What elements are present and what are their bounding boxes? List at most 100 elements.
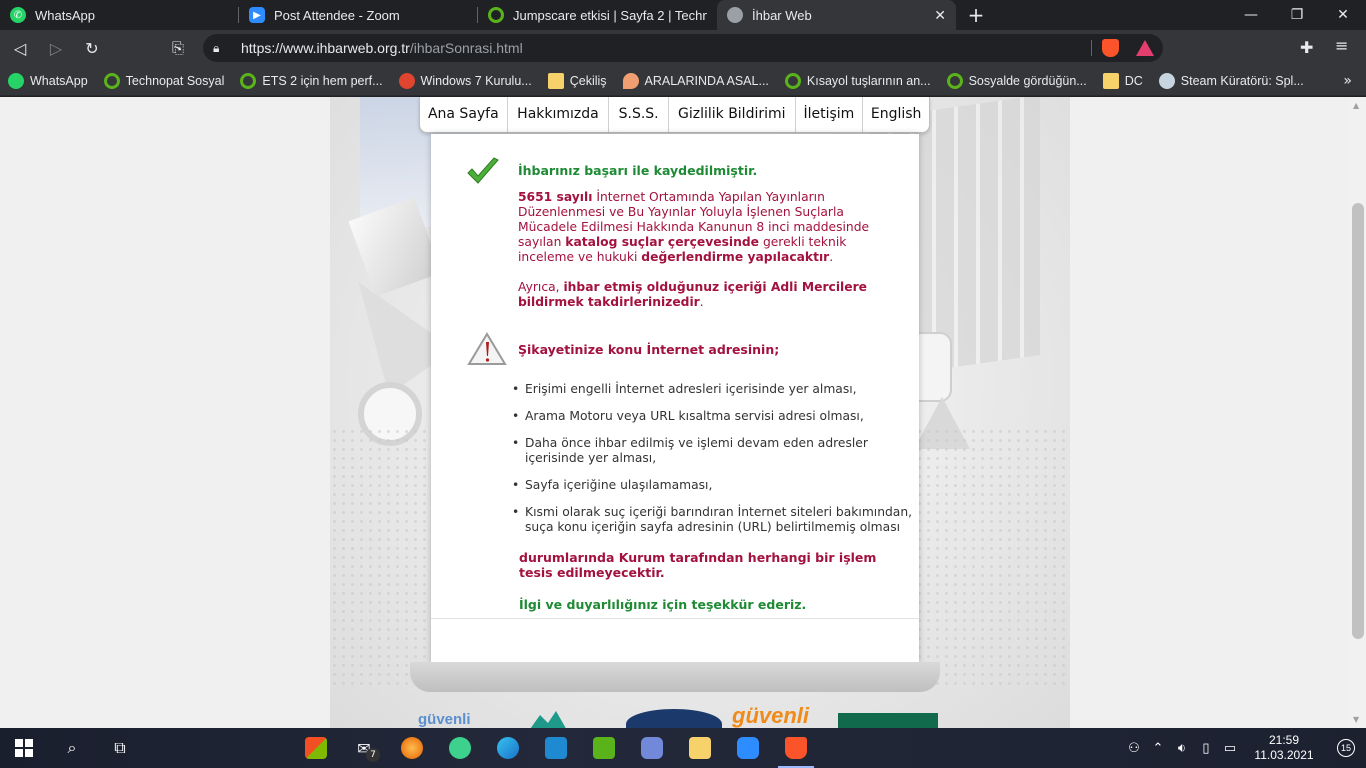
discord-icon[interactable] (628, 728, 676, 768)
close-tab-icon[interactable]: ✕ (934, 7, 946, 24)
search-icon[interactable]: ⌕ (48, 728, 96, 768)
bookmark-item[interactable]: Sosyalde gördüğün... (939, 67, 1095, 95)
brave-rewards-icon[interactable] (1136, 40, 1154, 56)
complaint-heading: Şikayetinize konu İnternet adresinin; (518, 342, 780, 357)
tab-strip: ✆ WhatsApp ▶ Post Attendee - Zoom Jumpsc… (0, 0, 1366, 30)
bookmark-folder[interactable]: DC (1095, 67, 1151, 95)
warning-icon (467, 332, 507, 365)
technopat-icon (946, 72, 963, 89)
zoom-icon: ▶ (249, 7, 265, 23)
page-viewport: Ana Sayfa Hakkımızda S.S.S. Gizlilik Bil… (0, 97, 1350, 728)
maximize-icon[interactable]: ❐ (1274, 0, 1320, 30)
notification-count: 15 (1337, 739, 1355, 757)
file-explorer-icon[interactable] (676, 728, 724, 768)
menu-faq[interactable]: S.S.S. (609, 97, 670, 132)
bookmark-item[interactable]: Kısayol tuşlarının an... (777, 67, 939, 95)
zoom-icon[interactable] (724, 728, 772, 768)
edge-icon[interactable] (484, 728, 532, 768)
menu-about[interactable]: Hakkımızda (508, 97, 610, 132)
brave-shield-icon[interactable] (1102, 39, 1119, 57)
tab-title: İhbar Web (752, 7, 812, 23)
clock-date: 11.03.2021 (1254, 748, 1314, 762)
technopat-icon (784, 72, 801, 89)
scroll-up-icon[interactable]: ▲ (1353, 101, 1359, 110)
brave-icon[interactable] (772, 728, 820, 768)
atom-icon[interactable] (436, 728, 484, 768)
menu-privacy[interactable]: Gizlilik Bildirimi (669, 97, 796, 132)
technopat-icon[interactable] (580, 728, 628, 768)
tab-title: Jumpscare etkisi | Sayfa 2 | Technopat (513, 7, 707, 23)
clock-time: 21:59 (1268, 733, 1300, 747)
list-item: Kısmi olarak suç içeriği barındıran İnte… (512, 505, 915, 535)
final-notice: durumlarında Kurum tarafından herhangi b… (519, 550, 877, 580)
guvenli-logo[interactable]: güvenli (732, 703, 809, 728)
start-button[interactable] (0, 728, 48, 768)
close-window-icon[interactable]: ✕ (1320, 0, 1366, 30)
bookmark-folder[interactable]: Çekiliş (540, 67, 615, 95)
mail-badge: 7 (366, 748, 380, 762)
new-tab-button[interactable]: + (956, 0, 996, 30)
result-panel: İhbarınız başarı ile kaydedilmiştir. 565… (431, 134, 919, 664)
folder-icon (547, 72, 564, 89)
bookmark-item[interactable]: Technopat Sosyal (96, 67, 233, 95)
system-tray: ⚇ ⌃ 🔉︎ ▯ ▭ 21:59 11.03.2021 15 (1122, 728, 1366, 768)
guvenli-web-logo[interactable]: güvenli (418, 711, 471, 728)
windows-icon (15, 739, 33, 757)
scroll-down-icon[interactable]: ▼ (1353, 715, 1359, 724)
pin-icon (622, 72, 639, 89)
whatsapp-icon (8, 72, 24, 89)
site-menu: Ana Sayfa Hakkımızda S.S.S. Gizlilik Bil… (419, 97, 930, 133)
bookmarks-bar: WhatsApp Technopat Sosyal ETS 2 için hem… (0, 66, 1366, 96)
menu-english[interactable]: English (863, 97, 929, 132)
menu-contact[interactable]: İletişim (796, 97, 864, 132)
more-bookmarks-icon[interactable]: » (1343, 73, 1352, 89)
people-icon[interactable]: ⚇ (1122, 740, 1146, 756)
technopat-icon (103, 72, 120, 89)
success-heading: İhbarınız başarı ile kaydedilmiştir. (518, 163, 758, 178)
vscode-icon[interactable] (532, 728, 580, 768)
extensions-icon[interactable]: ✚ (1300, 38, 1313, 57)
window-controls: — ❐ ✕ (1228, 0, 1366, 30)
windows-taskbar: ⌕ ⧉ ✉ 7 ⚇ ⌃ 🔉︎ ▯ ▭ 21:59 11.03.2021 15 (0, 728, 1366, 768)
page-scrollbar[interactable]: ▲ ▼ (1350, 97, 1366, 728)
tab-zoom[interactable]: ▶ Post Attendee - Zoom (239, 0, 478, 30)
menu-icon[interactable]: ≡ (1335, 36, 1348, 55)
battery-icon[interactable]: ▯ (1194, 740, 1218, 756)
menu-home[interactable]: Ana Sayfa (420, 97, 508, 132)
internet-logo[interactable] (526, 707, 616, 728)
network-icon[interactable]: ▭ (1218, 740, 1242, 756)
forward-icon[interactable]: ▷ (40, 32, 72, 64)
store-icon[interactable] (292, 728, 340, 768)
scrollbar-thumb[interactable] (1352, 203, 1364, 639)
minimize-icon[interactable]: — (1228, 0, 1274, 30)
bookmark-item[interactable]: ETS 2 için hem perf... (232, 67, 390, 95)
reload-icon[interactable]: ↻ (76, 32, 108, 64)
mail-icon[interactable]: ✉ 7 (340, 728, 388, 768)
bookmark-item[interactable]: ARALARINDA ASAL... (615, 67, 777, 95)
partner-logos: güvenli güvenli (410, 697, 950, 728)
bookmark-icon[interactable]: ⎘ (172, 39, 184, 57)
task-view-icon[interactable]: ⧉ (96, 728, 144, 768)
whatsapp-icon: ✆ (10, 7, 26, 23)
chevron-up-icon[interactable]: ⌃ (1146, 740, 1170, 756)
checkmark-icon (467, 157, 499, 184)
clock[interactable]: 21:59 11.03.2021 (1242, 733, 1326, 763)
tab-technopat[interactable]: Jumpscare etkisi | Sayfa 2 | Technopat (478, 0, 717, 30)
address-bar[interactable]: 🔒︎ https://www.ihbarweb.org.tr/ihbarSonr… (203, 34, 1163, 62)
firefox-icon[interactable] (388, 728, 436, 768)
bookmark-item[interactable]: Steam Küratörü: Spl... (1151, 67, 1312, 95)
condition-list: Erişimi engelli İnternet adresleri içeri… (512, 382, 915, 547)
inhope-logo[interactable] (838, 713, 938, 728)
tab-ihbarweb[interactable]: İhbar Web ✕ (717, 0, 956, 30)
tab-title: Post Attendee - Zoom (274, 7, 400, 23)
tab-whatsapp[interactable]: ✆ WhatsApp (0, 0, 239, 30)
volume-icon[interactable]: 🔉︎ (1170, 740, 1194, 756)
guvenli-web-round-logo[interactable] (626, 709, 722, 728)
back-icon[interactable]: ◁ (4, 32, 36, 64)
thanks-text: İlgi ve duyarlılığınız için teşekkür ede… (519, 597, 807, 612)
windows7-icon (398, 72, 415, 89)
bookmark-item[interactable]: Windows 7 Kurulu... (391, 67, 540, 95)
bookmark-item[interactable]: WhatsApp (0, 67, 96, 95)
globe-icon (727, 7, 743, 23)
notification-icon[interactable]: 15 (1326, 739, 1366, 757)
